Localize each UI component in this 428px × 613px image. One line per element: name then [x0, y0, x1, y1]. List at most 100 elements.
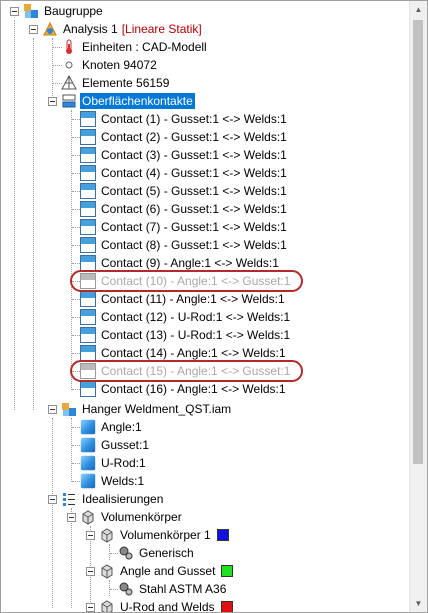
tree-line	[72, 191, 80, 192]
contact-item[interactable]: Contact (11) - Angle:1 <-> Welds:1	[80, 290, 287, 308]
contact-label: Contact (12) - U-Rod:1 <-> Welds:1	[101, 310, 291, 324]
tree-node-einheiten[interactable]: Einheiten : CAD-Modell	[61, 38, 209, 56]
tree-line	[14, 20, 15, 410]
contact-label: Contact (7) - Gusset:1 <-> Welds:1	[101, 220, 287, 234]
scroll-down-arrow-icon[interactable]: ▼	[410, 595, 427, 612]
part-item[interactable]: Angle:1	[80, 418, 144, 436]
surface-contact-icon	[80, 327, 96, 343]
node-label: Baugruppe	[44, 4, 103, 18]
surface-contact-icon	[80, 111, 96, 127]
contact-label: Contact (8) - Gusset:1 <-> Welds:1	[101, 238, 287, 252]
collapse-toggle[interactable]	[48, 495, 57, 504]
solid-body-icon	[99, 563, 115, 579]
part-label: U-Rod:1	[101, 456, 146, 470]
collapse-toggle[interactable]	[67, 513, 76, 522]
body-item[interactable]: Volumenkörper 1	[99, 526, 229, 544]
node-label: Idealisierungen	[82, 492, 164, 506]
surface-contact-icon	[80, 255, 96, 271]
contact-item[interactable]: Contact (16) - Angle:1 <-> Welds:1	[80, 380, 288, 398]
tree-line	[33, 38, 34, 410]
part-label: Gusset:1	[101, 438, 150, 452]
part-label: Welds:1	[101, 474, 145, 488]
contact-item[interactable]: Contact (7) - Gusset:1 <-> Welds:1	[80, 218, 289, 236]
tree-node-idealisierungen[interactable]: Idealisierungen	[61, 490, 165, 508]
tree-node-assembly-file[interactable]: Hanger Weldment_QST.iam	[61, 400, 233, 418]
tree-line	[72, 427, 80, 428]
tree-node-knoten[interactable]: Knoten 94072	[61, 56, 159, 74]
analysis-icon	[42, 21, 58, 37]
assembly-icon	[23, 3, 39, 19]
part-item[interactable]: Gusset:1	[80, 436, 151, 454]
vertical-scrollbar[interactable]: ▲ ▼	[409, 1, 427, 612]
contact-item[interactable]: Contact (1) - Gusset:1 <-> Welds:1	[80, 110, 289, 128]
contact-label: Contact (3) - Gusset:1 <-> Welds:1	[101, 148, 287, 162]
node-label: Einheiten : CAD-Modell	[82, 40, 207, 54]
contact-item[interactable]: Contact (13) - U-Rod:1 <-> Welds:1	[80, 326, 292, 344]
material-item[interactable]: Generisch	[118, 544, 196, 562]
body-color-swatch	[216, 529, 229, 541]
collapse-toggle[interactable]	[48, 97, 57, 106]
contact-item[interactable]: Contact (12) - U-Rod:1 <-> Welds:1	[80, 308, 292, 326]
node-dot-icon	[61, 57, 77, 73]
tree-node-analysis[interactable]: Analysis 1 [Lineare Statik]	[42, 20, 204, 38]
analysis-type-tag: [Lineare Statik]	[121, 22, 202, 36]
surface-contact-icon	[80, 129, 96, 145]
part-cube-icon	[80, 455, 96, 471]
node-label: Oberflächenkontakte	[80, 93, 195, 109]
tree-node-baugruppe[interactable]: Baugruppe	[23, 2, 105, 20]
collapse-toggle[interactable]	[86, 603, 95, 612]
contact-item[interactable]: Contact (8) - Gusset:1 <-> Welds:1	[80, 236, 289, 254]
contact-item[interactable]: Contact (3) - Gusset:1 <-> Welds:1	[80, 146, 289, 164]
contact-item[interactable]: Contact (2) - Gusset:1 <-> Welds:1	[80, 128, 289, 146]
node-label: Analysis 1	[63, 22, 118, 36]
contact-item[interactable]: Contact (5) - Gusset:1 <-> Welds:1	[80, 182, 289, 200]
tree-node-volumenkoerper[interactable]: Volumenkörper	[80, 508, 184, 526]
surface-contact-icon	[80, 309, 96, 325]
collapse-toggle[interactable]	[10, 7, 19, 16]
tree-line	[109, 580, 110, 596]
tree-line	[110, 553, 118, 554]
material-label: Generisch	[139, 546, 194, 560]
surface-contact-icon	[80, 165, 96, 181]
tree-line	[72, 335, 80, 336]
surface-contact-icon	[80, 219, 96, 235]
material-icon	[118, 545, 134, 561]
tree-node-oberflaechenkontakte[interactable]: Oberflächenkontakte	[61, 92, 195, 110]
body-item[interactable]: U-Rod and Welds	[99, 598, 233, 613]
tree-line	[109, 544, 110, 560]
model-tree-panel: Baugruppe Analysis 1 [Lineare Statik] Ei…	[0, 0, 428, 613]
scrollbar-thumb[interactable]	[413, 20, 423, 464]
part-label: Angle:1	[101, 420, 142, 434]
body-item[interactable]: Angle and Gusset	[99, 562, 234, 580]
tree-line	[72, 137, 80, 138]
tree-line	[72, 245, 80, 246]
collapse-toggle[interactable]	[86, 531, 95, 540]
collapse-toggle[interactable]	[48, 405, 57, 414]
part-cube-icon	[80, 419, 96, 435]
collapse-toggle[interactable]	[29, 25, 38, 34]
contact-item[interactable]: Contact (4) - Gusset:1 <-> Welds:1	[80, 164, 289, 182]
body-label: U-Rod and Welds	[120, 600, 215, 613]
tree-node-elemente[interactable]: Elemente 56159	[61, 74, 171, 92]
surface-contact-icon	[80, 237, 96, 253]
collapse-toggle[interactable]	[86, 567, 95, 576]
contact-label: Contact (1) - Gusset:1 <-> Welds:1	[101, 112, 287, 126]
material-label: Stahl ASTM A36	[139, 582, 227, 596]
part-cube-icon	[80, 473, 96, 489]
tree-line	[72, 173, 80, 174]
contact-label: Contact (13) - U-Rod:1 <-> Welds:1	[101, 328, 291, 342]
contact-label: Contact (9) - Angle:1 <-> Welds:1	[101, 256, 279, 270]
tree-line	[72, 463, 80, 464]
tree-line	[110, 589, 118, 590]
tree-line	[72, 353, 80, 354]
surface-contact-icon	[80, 345, 96, 361]
material-item[interactable]: Stahl ASTM A36	[118, 580, 228, 598]
part-item[interactable]: U-Rod:1	[80, 454, 148, 472]
scroll-up-arrow-icon[interactable]: ▲	[410, 1, 427, 18]
thermometer-icon	[61, 39, 77, 55]
surface-contact-icon	[80, 381, 96, 397]
part-item[interactable]: Welds:1	[80, 472, 146, 490]
contact-item[interactable]: Contact (6) - Gusset:1 <-> Welds:1	[80, 200, 289, 218]
solid-body-icon	[99, 599, 115, 612]
mesh-element-icon	[61, 74, 77, 91]
